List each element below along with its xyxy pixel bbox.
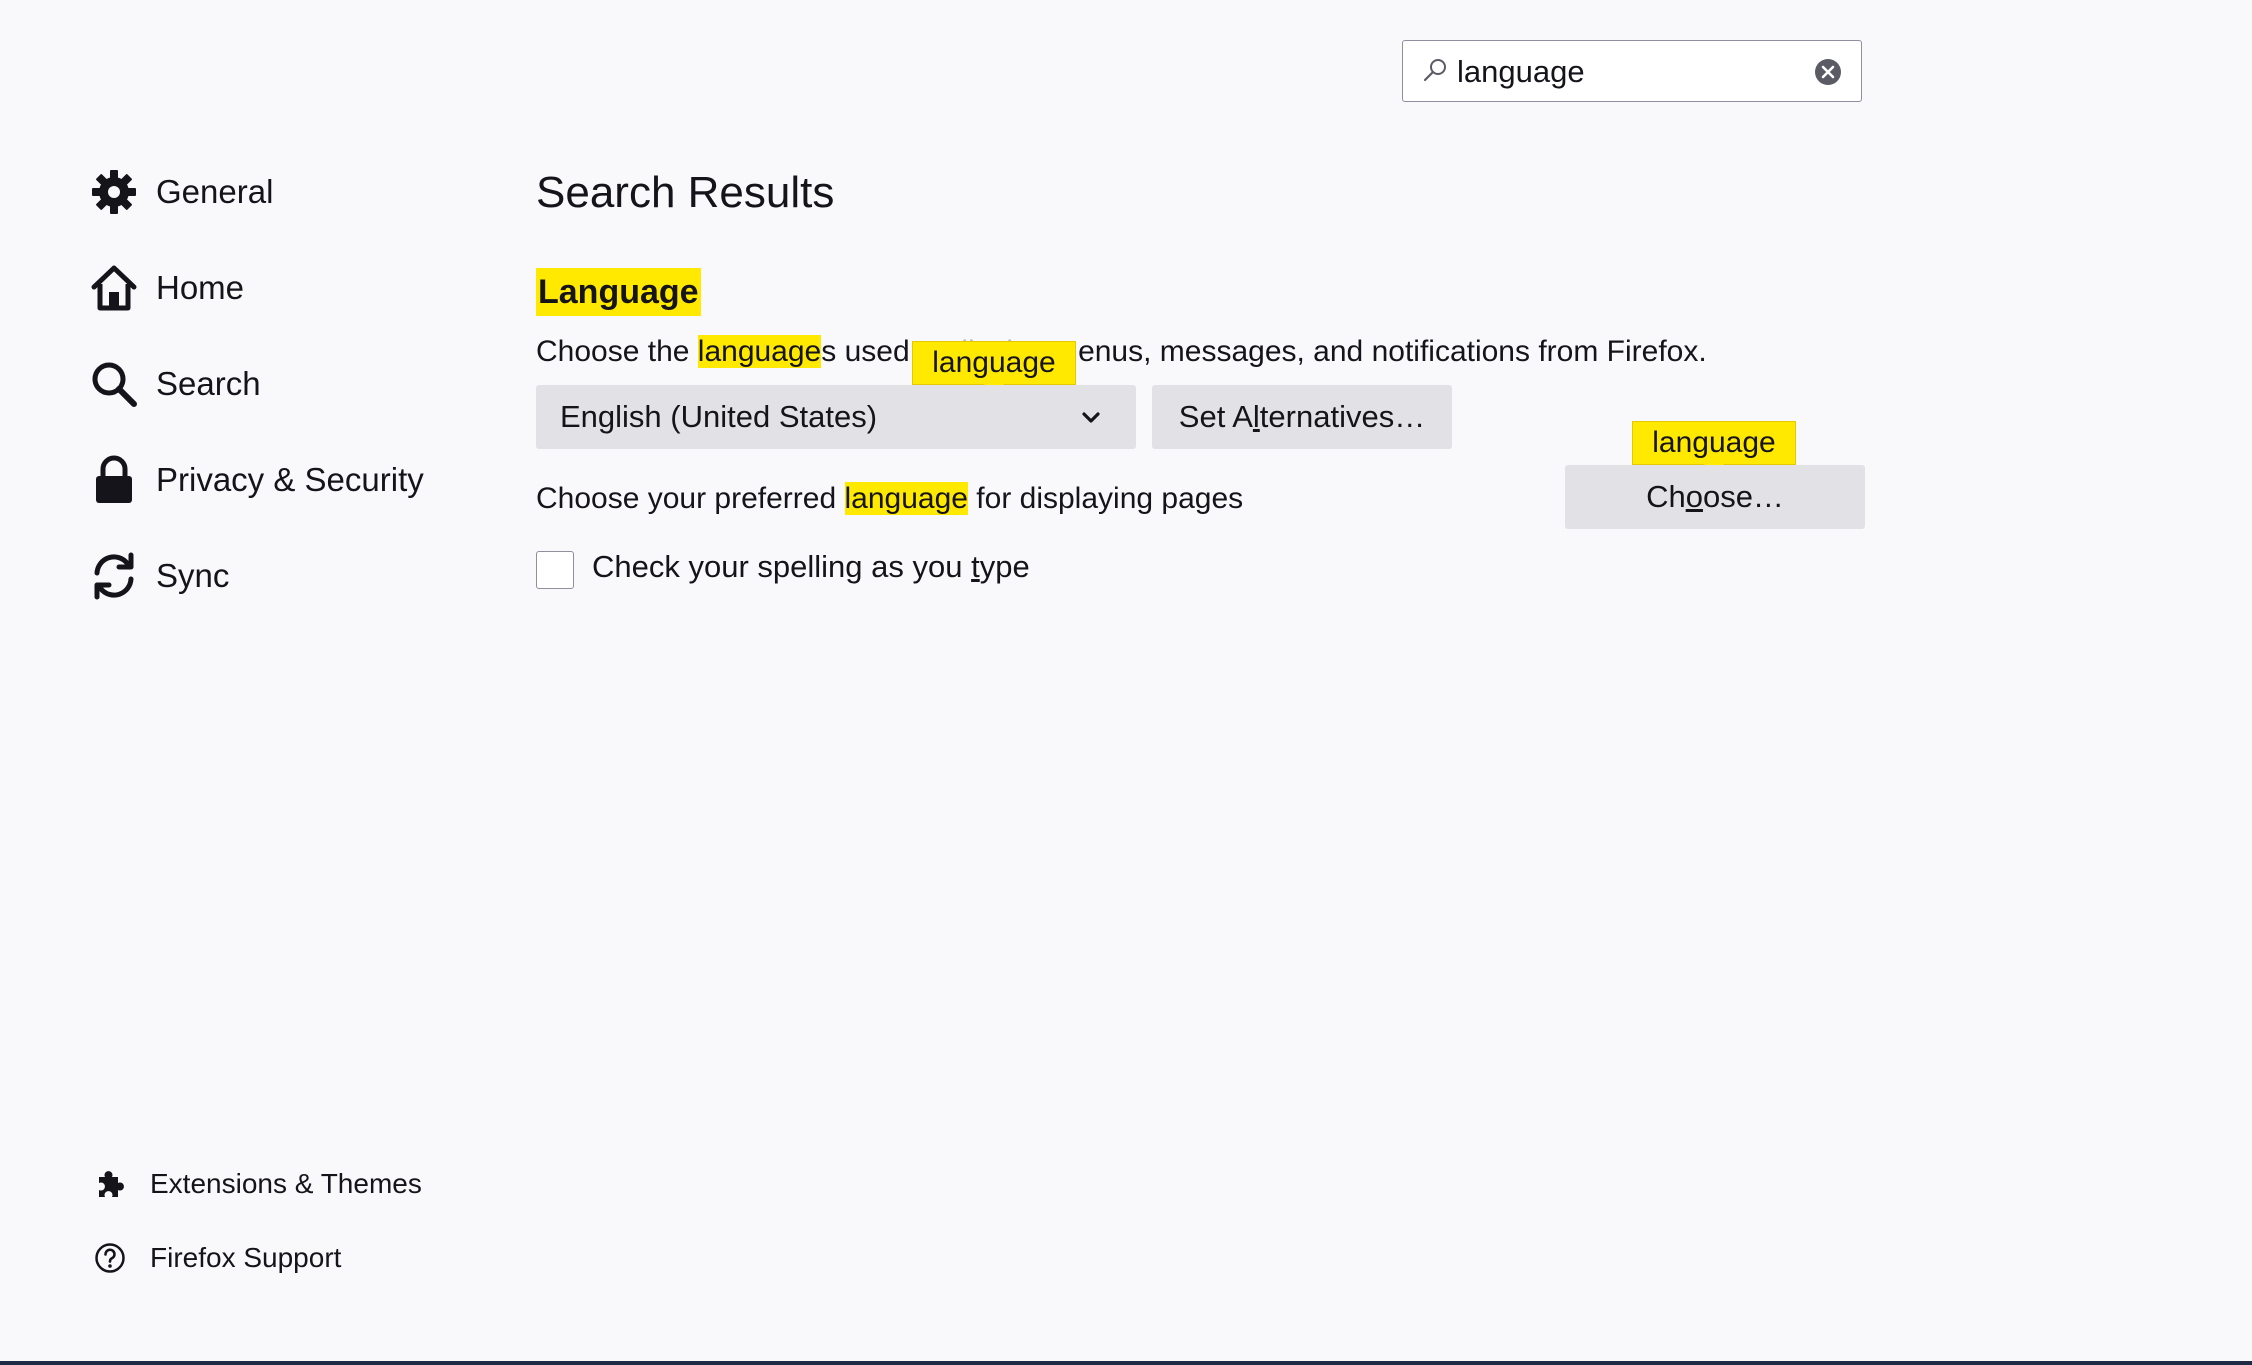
window-bottom-edge <box>0 1361 2252 1365</box>
chevron-down-icon <box>1082 412 1100 423</box>
search-highlight: language <box>697 335 822 368</box>
search-input[interactable]: language <box>1402 40 1862 102</box>
gear-icon <box>88 166 140 218</box>
choose-languages-button[interactable]: Ch o ose… <box>1565 465 1865 529</box>
sidebar-item-label: Sync <box>156 557 230 594</box>
spellcheck-label[interactable]: Check your spelling as you type <box>592 549 1030 585</box>
language-select-value: English (United States) <box>560 399 878 434</box>
language-description: Choose the languages used to display men… <box>536 335 1707 368</box>
preferred-language-description: Choose your preferred language for displ… <box>536 482 1244 515</box>
sidebar-item-label: Home <box>156 269 245 306</box>
home-icon <box>88 262 140 314</box>
set-alternatives-button[interactable]: Set Al ternatives… <box>1152 385 1452 449</box>
sidebar-item-label: General <box>156 173 274 210</box>
search-tooltip: language <box>912 341 1076 396</box>
puzzle-icon <box>92 1166 128 1202</box>
spellcheck-checkbox[interactable] <box>536 551 574 589</box>
search-tooltip: language <box>1632 421 1796 476</box>
sidebar-item-privacy[interactable]: Privacy & Security <box>88 450 424 510</box>
search-input-value[interactable]: language <box>1457 54 1585 90</box>
search-highlight: language <box>844 482 968 515</box>
search-icon <box>88 358 140 410</box>
sidebar-item-sync[interactable]: Sync <box>88 546 229 606</box>
footer-item-label: Firefox Support <box>150 1242 342 1273</box>
search-icon <box>1423 59 1446 82</box>
sidebar-item-general[interactable]: General <box>88 162 273 222</box>
footer-item-label: Extensions & Themes <box>150 1168 422 1199</box>
sidebar-item-label: Search <box>156 365 261 402</box>
clear-search-icon[interactable] <box>1813 57 1843 87</box>
help-icon <box>92 1240 128 1276</box>
firefox-support-link[interactable]: Firefox Support <box>92 1234 341 1282</box>
sidebar-item-home[interactable]: Home <box>88 258 244 318</box>
language-select[interactable]: English (United States) <box>536 385 1136 449</box>
extensions-themes-link[interactable]: Extensions & Themes <box>92 1160 422 1208</box>
page-title: Search Results <box>536 168 835 217</box>
section-title-language: Language <box>536 268 701 316</box>
sidebar-item-search[interactable]: Search <box>88 354 261 414</box>
sidebar-item-label: Privacy & Security <box>156 461 424 498</box>
sync-icon <box>88 550 140 602</box>
lock-icon <box>88 454 140 506</box>
